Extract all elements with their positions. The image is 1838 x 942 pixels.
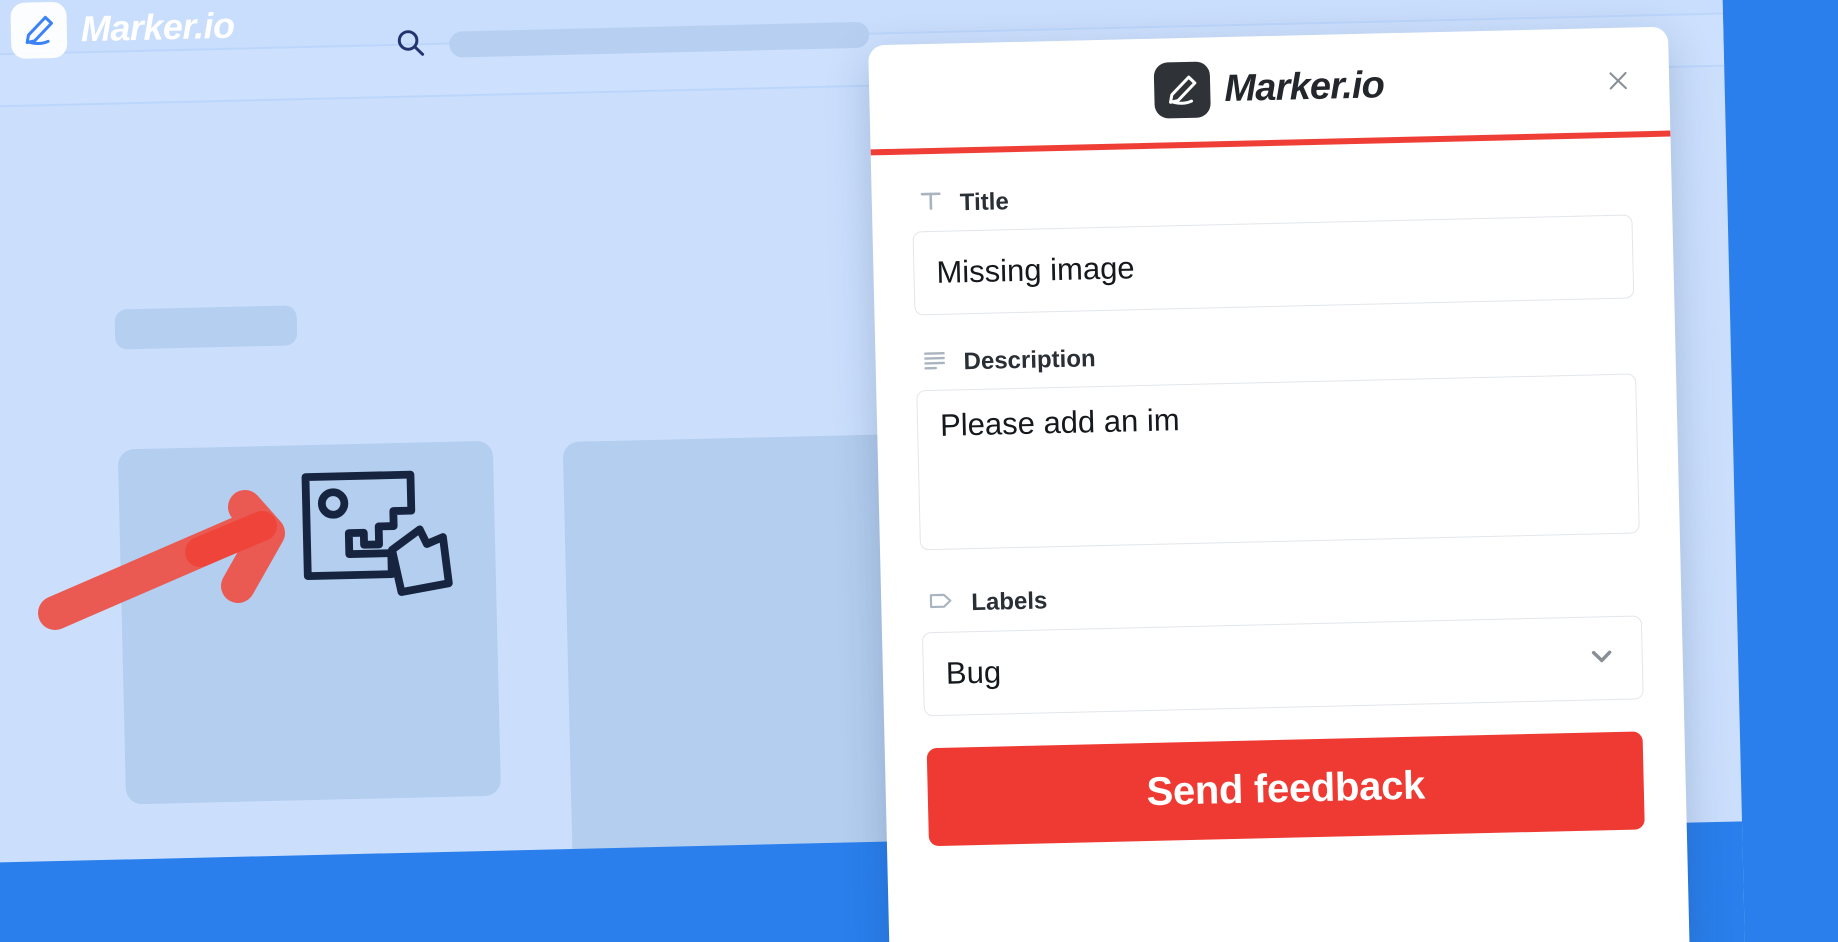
- content-heading-pill: [114, 305, 298, 350]
- app-brand[interactable]: Marker.io: [10, 0, 235, 59]
- field-description: Description: [915, 330, 1640, 555]
- labels-select-value: Bug: [945, 654, 1002, 691]
- dialog-body: Title Description: [871, 137, 1687, 848]
- field-labels-header: Labels: [921, 570, 1642, 620]
- close-icon[interactable]: [1601, 63, 1636, 98]
- screenshot-stage: Marker.io Marker.io Title Missing image …: [0, 0, 1838, 942]
- field-title-label: Title: [959, 187, 1010, 216]
- dialog-header: Marker.io: [868, 27, 1670, 150]
- broken-image-icon: [293, 458, 465, 617]
- description-lines-icon: [921, 347, 948, 379]
- dialog-brand: Marker.io: [1153, 57, 1385, 119]
- marker-pencil-logo-icon: [10, 1, 68, 59]
- search-input[interactable]: [449, 21, 870, 58]
- description-textarea[interactable]: [916, 373, 1640, 551]
- chevron-down-icon: [1585, 639, 1618, 677]
- labels-select[interactable]: Bug: [921, 615, 1644, 717]
- field-labels: Labels Bug: [921, 570, 1644, 717]
- field-labels-label: Labels: [970, 586, 1048, 616]
- field-description-header: Description: [915, 330, 1636, 378]
- marker-pencil-logo-icon: [1153, 61, 1212, 119]
- field-title: Title: [911, 171, 1635, 316]
- dialog-brand-name: Marker.io: [1223, 63, 1385, 110]
- text-format-icon: [917, 188, 944, 220]
- title-input[interactable]: [912, 214, 1635, 316]
- app-brand-name: Marker.io: [80, 4, 235, 50]
- send-feedback-button[interactable]: Send feedback: [926, 731, 1645, 847]
- tag-icon: [927, 587, 956, 621]
- field-title-header: Title: [911, 171, 1632, 219]
- field-description-label: Description: [963, 344, 1096, 375]
- search-icon: [393, 25, 428, 65]
- marker-feedback-dialog: Marker.io Title Missing image Descriptio…: [868, 26, 1691, 942]
